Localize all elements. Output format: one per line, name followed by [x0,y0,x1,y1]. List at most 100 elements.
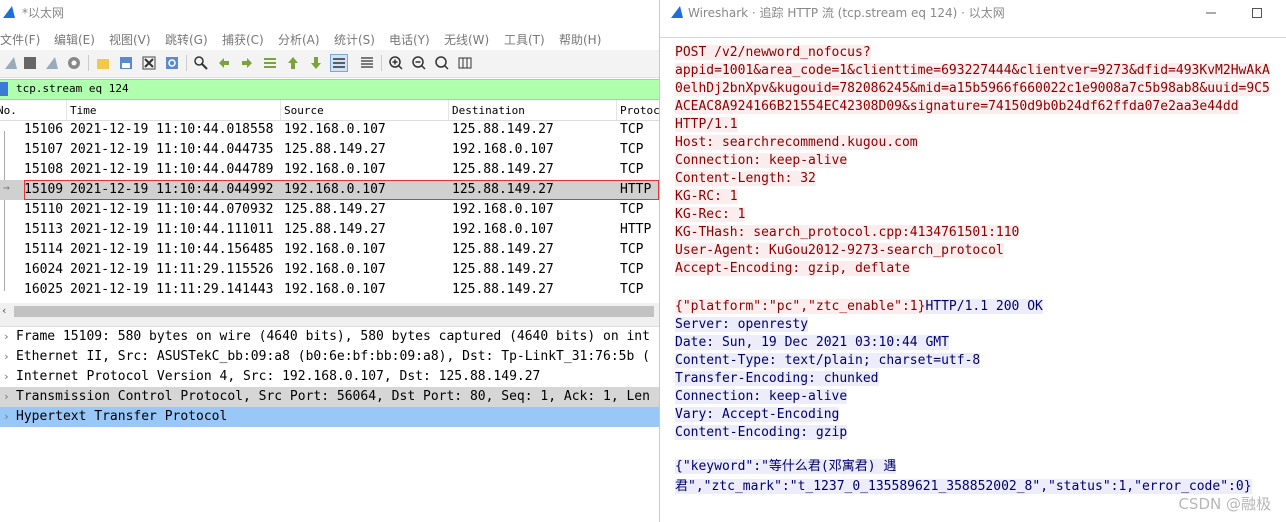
request-line: ACEAC8A924166B21554EC42308D09&signature=… [675,99,1239,114]
detail-ip[interactable]: › Internet Protocol Version 4, Src: 192.… [0,367,659,387]
packet-list-scrollbar[interactable]: ‹ [0,303,659,320]
col-time[interactable]: Time [70,104,97,117]
expand-icon[interactable]: › [3,370,10,383]
zoom-reset-icon[interactable] [433,54,451,72]
watermark: CSDN @融极 [1178,495,1271,513]
menu-telephony[interactable]: 电话(Y) [389,31,430,48]
detail-ethernet[interactable]: › Ethernet II, Src: ASUSTekC_bb:09:a8 (b… [0,347,659,367]
go-first-icon[interactable] [284,54,302,72]
resize-columns-icon[interactable] [456,54,474,72]
restart-capture-icon[interactable] [43,54,61,72]
response-line: Connection: keep-alive [675,389,848,404]
menu-help[interactable]: 帮助(H) [559,31,601,48]
response-line: Content-Type: text/plain; charset=utf-8 [675,353,981,368]
col-no[interactable]: No. [0,104,17,117]
wireshark-fin-icon [671,6,683,18]
window-title: Wireshark · 追踪 HTTP 流 (tcp.stream eq 124… [688,6,1005,20]
packet-row[interactable]: 15113 2021-12-19 11:10:44.111011 125.88.14… [0,220,659,240]
packet-row[interactable]: 15110 2021-12-19 11:10:44.070932 125.88.14… [0,200,659,220]
go-back-icon[interactable] [215,54,233,72]
window-title: *以太网 [22,6,65,20]
packet-row[interactable]: 15108 2021-12-19 11:10:44.044789 192.168.0… [0,160,659,180]
response-line: Server: openresty [675,317,809,332]
response-body-line-1: {"keyword":"等什么君(邓寓君) 遇 [675,459,897,474]
close-file-icon[interactable] [140,54,158,72]
expand-icon[interactable]: › [3,350,10,363]
maximize-icon [1252,8,1262,18]
expand-icon[interactable]: › [3,330,10,343]
zoom-in-icon[interactable] [387,54,405,72]
detail-frame[interactable]: › Frame 15109: 580 bytes on wire (4640 b… [0,327,659,347]
menu-capture[interactable]: 捕获(C) [222,31,264,48]
display-filter-input[interactable]: tcp.stream eq 124 [16,82,129,95]
packet-list-header: No. Time Source Destination Protocol [0,100,659,121]
col-destination[interactable]: Destination [452,104,525,117]
selected-arrow-icon: → [3,181,10,194]
request-line: KG-RC: 1 [675,189,738,204]
packet-row[interactable]: 15107 2021-12-19 11:10:44.044735 125.88.14… [0,140,659,160]
main-toolbar [0,50,659,78]
go-forward-icon[interactable] [238,54,256,72]
follow-http-stream-window: Wireshark · 追踪 HTTP 流 (tcp.stream eq 124… [659,0,1286,522]
request-line: Host: searchrecommend.kugou.com [675,135,918,150]
bookmark-icon[interactable] [0,82,8,96]
reload-file-icon[interactable] [163,54,181,72]
menu-tools[interactable]: 工具(T) [504,31,545,48]
request-line: appid=1001&area_code=1&clienttime=693227… [675,63,1270,78]
request-line: User-Agent: KuGou2012-9273-search_protoc… [675,243,1004,258]
request-line: Accept-Encoding: gzip, deflate [675,261,910,276]
zoom-out-icon[interactable] [410,54,428,72]
response-line: Vary: Accept-Encoding [675,407,840,422]
response-line: Content-Encoding: gzip [675,425,848,440]
stream-content[interactable]: POST /v2/newword_nofocus? appid=1001&area… [660,37,1286,522]
find-packet-icon[interactable] [192,54,210,72]
scroll-left-icon[interactable]: ‹ [2,304,6,317]
response-line: Date: Sun, 19 Dec 2021 03:10:44 GMT [675,335,949,350]
stop-capture-icon[interactable] [21,54,39,72]
request-line: HTTP/1.1 [675,117,738,132]
response-body-line-2: 君","ztc_mark":"t_1237_0_135589621_358852… [675,479,1252,494]
start-capture-icon[interactable] [2,54,20,72]
autoscroll-icon[interactable] [330,54,348,72]
menu-edit[interactable]: 编辑(E) [54,31,95,48]
highlight-box [24,180,659,200]
packet-row[interactable]: 16025 2021-12-19 11:11:29.141443 192.168.0… [0,280,659,300]
save-file-icon[interactable] [117,54,135,72]
go-to-packet-icon[interactable] [261,54,279,72]
menu-file[interactable]: 文件(F) [0,31,40,48]
maximize-button[interactable] [1234,0,1280,26]
scrollbar-thumb[interactable] [14,306,654,317]
minimize-button[interactable] [1188,0,1234,26]
menu-go[interactable]: 跳转(G) [165,31,208,48]
menu-bar: 文件(F) 编辑(E) 视图(V) 跳转(G) 捕获(C) 分析(A) 统计(S… [0,28,659,48]
request-line: KG-THash: search_protocol.cpp:4134761501… [675,225,1020,240]
expand-icon[interactable]: › [3,390,10,403]
request-line: KG-Rec: 1 [675,207,746,222]
detail-tcp[interactable]: › Transmission Control Protocol, Src Por… [0,387,659,407]
go-last-icon[interactable] [307,54,325,72]
wireshark-fin-icon [3,6,15,18]
request-line: Connection: keep-alive [675,153,848,168]
col-protocol[interactable]: Protocol [620,104,659,117]
expand-icon[interactable]: › [3,410,10,423]
capture-options-icon[interactable] [65,54,83,72]
request-body-line: {"platform":"pc","ztc_enable":1}HTTP/1.1… [675,299,1043,314]
col-source[interactable]: Source [284,104,324,117]
menu-view[interactable]: 视图(V) [109,31,151,48]
pane-splitter[interactable] [0,320,659,327]
open-file-icon[interactable] [94,54,112,72]
response-line: Transfer-Encoding: chunked [675,371,879,386]
packet-row[interactable]: 15106 2021-12-19 11:10:44.018558 192.168.0… [0,120,659,140]
detail-http[interactable]: › Hypertext Transfer Protocol [0,407,659,427]
packet-row[interactable]: 15114 2021-12-19 11:10:44.156485 192.168.0… [0,240,659,260]
display-filter-bar[interactable]: tcp.stream eq 124 [0,79,659,100]
title-bar: *以太网 [0,0,659,26]
packet-row-selected[interactable]: → 15109 2021-12-19 11:10:44.044992 192.168… [0,180,659,200]
packet-list-window: *以太网 文件(F) 编辑(E) 视图(V) 跳转(G) 捕获(C) 分析(A)… [0,0,659,522]
menu-wireless[interactable]: 无线(W) [444,31,489,48]
colorize-icon[interactable] [358,54,376,72]
menu-analyze[interactable]: 分析(A) [278,31,320,48]
menu-statistics[interactable]: 统计(S) [334,31,375,48]
request-line: Content-Length: 32 [675,171,816,186]
packet-row[interactable]: 16024 2021-12-19 11:11:29.115526 192.168.0… [0,260,659,280]
